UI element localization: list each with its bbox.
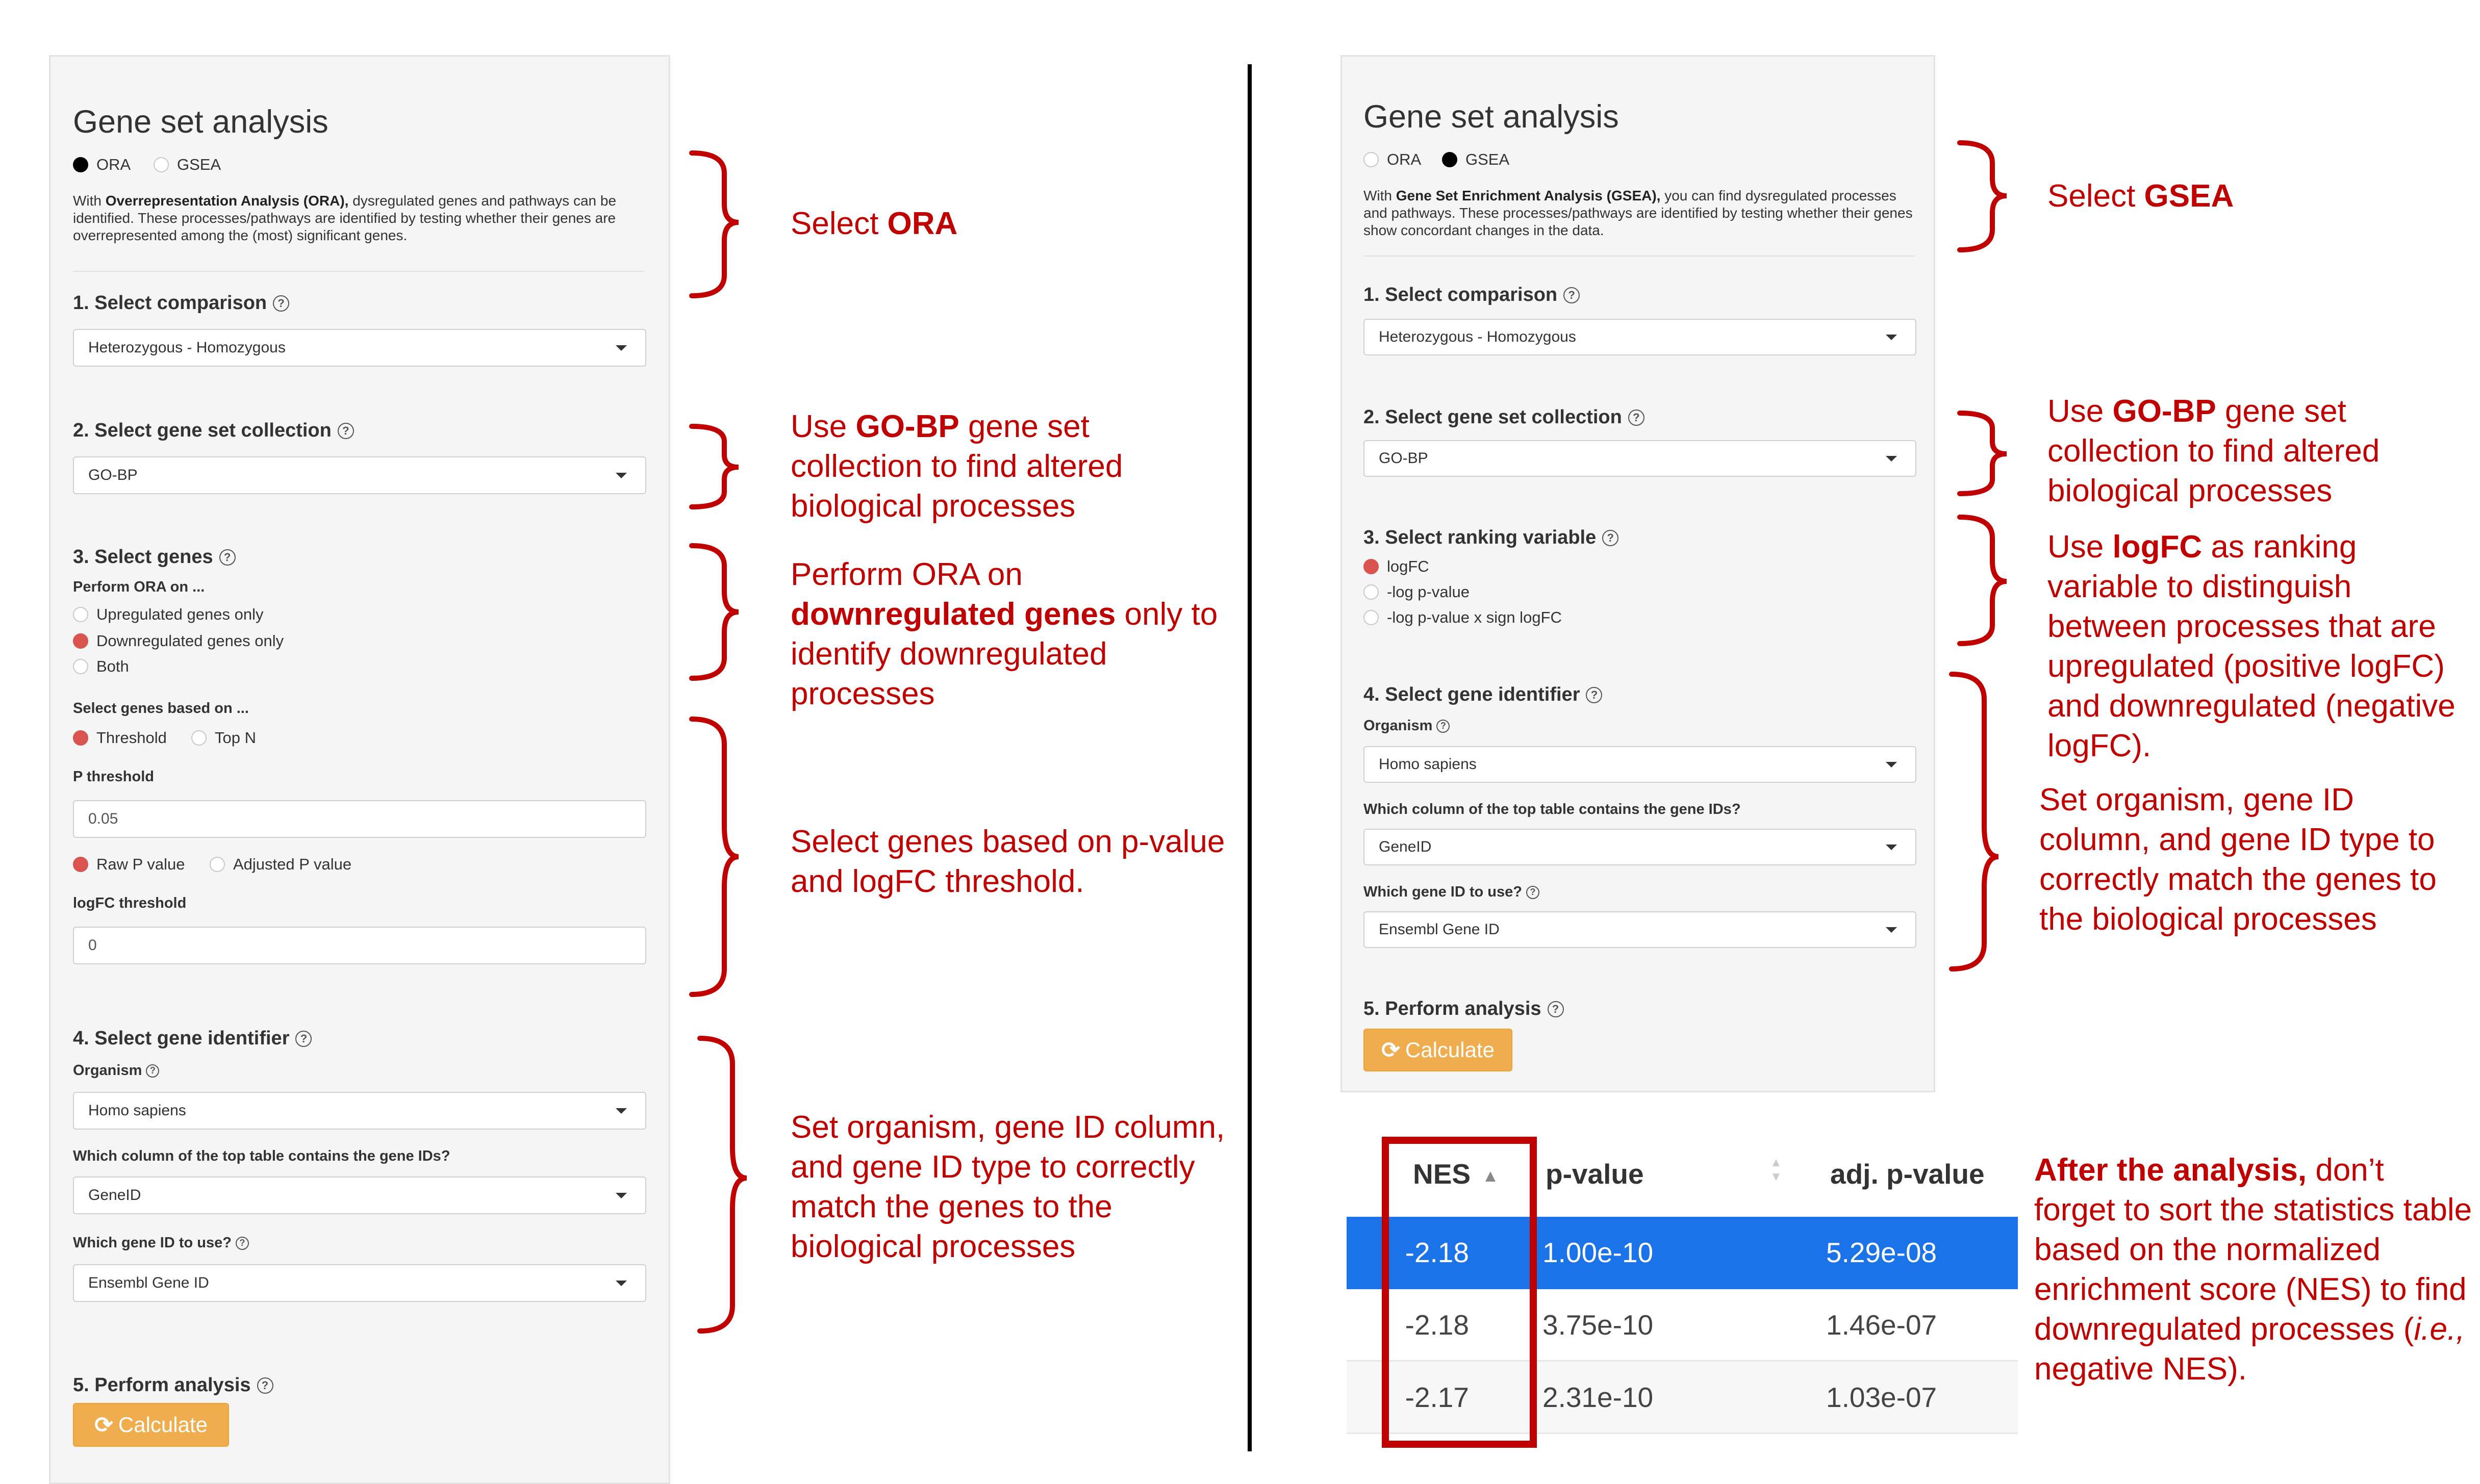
step5-label: 5. Perform analysis? (1363, 998, 1564, 1020)
table-cell-pvalue: 1.00e-10 (1542, 1237, 1654, 1268)
brace (1957, 411, 2007, 496)
chevron-down-icon (1886, 456, 1897, 462)
table-cell-adj-pvalue: 1.03e-07 (1826, 1381, 1937, 1413)
annotation-ora-downregulated: Perform ORA on downregulated genes only … (791, 557, 1218, 711)
annotation-select-ora: Select ORA (791, 206, 958, 241)
calculate-button[interactable]: ⟳ Calculate (1363, 1029, 1512, 1071)
comparison-select[interactable]: Heterozygous - Homozygous (1363, 319, 1916, 355)
gsea-panel: Gene set analysis ORA GSEA With Gene Set… (1340, 55, 1935, 1092)
nes-highlight-box (1382, 1137, 1537, 1448)
help-icon[interactable]: ? (1586, 686, 1603, 703)
annotation-ora-gobp: Use GO-BP gene set collection to find al… (791, 409, 1123, 524)
annotation-select-gsea: Select GSEA (2047, 178, 2234, 214)
brace (689, 717, 739, 997)
radio-unselected-icon (1363, 584, 1379, 600)
brace (689, 543, 739, 681)
chevron-down-icon (1886, 762, 1897, 767)
column-label: Which column of the top table contains t… (1363, 801, 1741, 817)
nes-highlight-overlay (1382, 1137, 1537, 1448)
brace (1957, 140, 2007, 252)
chevron-down-icon (1886, 335, 1897, 340)
chevron-down-icon (1886, 927, 1897, 933)
table-cell-adj-pvalue: 5.29e-08 (1826, 1237, 1937, 1268)
method-description: With Gene Set Enrichment Analysis (GSEA)… (1363, 188, 1913, 238)
chevron-down-icon (1886, 845, 1897, 850)
center-divider (1248, 64, 1252, 1451)
annotation-ora-threshold: Select genes based on p-value and logFC … (791, 824, 1225, 899)
radio-selected-icon (1442, 152, 1457, 167)
table-cell-pvalue: 3.75e-10 (1542, 1309, 1654, 1341)
organism-label: Organism? (1363, 718, 1450, 734)
table-cell-adj-pvalue: 1.46e-07 (1826, 1309, 1937, 1341)
table-cell-pvalue: 2.31e-10 (1542, 1381, 1654, 1413)
divider (1363, 255, 1914, 257)
method-radio-ora[interactable]: ORA (1363, 150, 1421, 169)
column-header-pvalue[interactable]: p-value (1546, 1158, 1644, 1190)
help-icon[interactable]: ? (1563, 287, 1580, 303)
brace (1957, 515, 2007, 646)
column-header-adj-pvalue[interactable]: adj. p-value (1830, 1158, 1985, 1190)
panel-title: Gene set analysis (1363, 99, 1619, 135)
help-icon[interactable]: ? (1436, 719, 1450, 733)
geneid-select[interactable]: Ensembl Gene ID (1363, 911, 1916, 948)
organism-select[interactable]: Homo sapiens (1363, 746, 1916, 783)
step2-label: 2. Select gene set collection? (1363, 406, 1644, 428)
radio-selected-icon (1363, 559, 1379, 574)
annotation-gsea-gobp: Use GO-BP gene set collection to find al… (2047, 394, 2380, 508)
geneid-label: Which gene ID to use?? (1363, 884, 1539, 901)
annotation-gsea-logfc: Use logFC as ranking variable to disting… (2047, 529, 2456, 763)
radio-unselected-icon (1363, 152, 1379, 167)
brace (689, 150, 739, 298)
help-icon[interactable]: ? (1628, 409, 1644, 426)
annotation-gsea-organism: Set organism, gene ID column, and gene I… (2039, 782, 2437, 937)
help-icon[interactable]: ? (1547, 1001, 1564, 1017)
brace (697, 1036, 747, 1334)
radio-log-pvalue-sign[interactable]: -log p-value x sign logFC (1363, 608, 1562, 627)
help-icon[interactable]: ? (1526, 885, 1539, 899)
step4-label: 4. Select gene identifier? (1363, 684, 1603, 706)
help-icon[interactable]: ? (1602, 529, 1619, 546)
refresh-icon: ⟳ (1381, 1037, 1400, 1063)
radio-logfc[interactable]: logFC (1363, 557, 1429, 576)
step1-label: 1. Select comparison? (1363, 284, 1580, 306)
annotation-after-analysis: After the analysis, don’t forget to sort… (2034, 1153, 2472, 1387)
radio-unselected-icon (1363, 610, 1379, 625)
annotation-ora-organism: Set organism, gene ID column, and gene I… (791, 1110, 1225, 1264)
step3-label: 3. Select ranking variable? (1363, 527, 1619, 549)
radio-log-pvalue[interactable]: -log p-value (1363, 583, 1470, 601)
brace (1949, 672, 1999, 971)
collection-select[interactable]: GO-BP (1363, 440, 1916, 477)
brace (689, 424, 739, 509)
column-select[interactable]: GeneID (1363, 829, 1916, 865)
method-radio-gsea[interactable]: GSEA (1442, 150, 1509, 169)
sort-both-icon[interactable]: ▲ ▼ (1770, 1156, 1782, 1184)
